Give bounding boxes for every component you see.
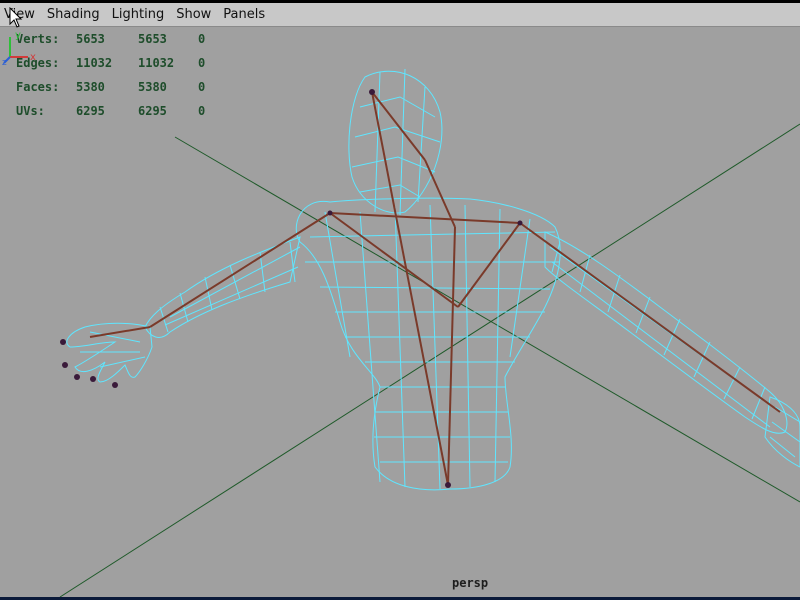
stat-value: 0 (198, 32, 206, 46)
stat-value: 6295 (138, 104, 167, 118)
joint (517, 220, 523, 226)
stat-value: 11032 (138, 56, 175, 70)
bone (329, 212, 521, 224)
joint (60, 339, 66, 345)
axis-x-label: x (30, 52, 36, 63)
ground-grid (59, 123, 800, 597)
bone (457, 222, 521, 308)
stat-value: 0 (198, 80, 206, 94)
axis-z-label: z (2, 58, 7, 67)
bone (329, 212, 459, 308)
joint (90, 376, 96, 382)
menu-lighting[interactable]: Lighting (106, 4, 171, 26)
joint (369, 89, 375, 95)
joint (62, 362, 68, 368)
camera-name-label: persp (452, 576, 489, 590)
grid-line (174, 136, 800, 503)
bone (89, 326, 151, 338)
stat-label: UVs: (16, 104, 45, 118)
stat-value: 0 (198, 56, 206, 70)
menu-panels[interactable]: Panels (217, 4, 271, 26)
stat-value: 6295 (76, 104, 105, 118)
character-wireframe-mesh (66, 68, 800, 491)
mouse-pointer-icon (9, 7, 23, 28)
stat-value: 5653 (138, 32, 167, 46)
stat-value: 0 (198, 104, 206, 118)
viewport-scene (59, 68, 800, 597)
menu-show[interactable]: Show (170, 4, 217, 26)
bone (149, 212, 331, 328)
stat-value: 5380 (76, 80, 105, 94)
panel-menubar: View Shading Lighting Show Panels (0, 3, 800, 27)
bone (519, 222, 781, 413)
maya-viewport-window: View Shading Lighting Show Panels Verts:… (0, 0, 800, 600)
stat-value: 5653 (76, 32, 105, 46)
stat-label: Faces: (16, 80, 60, 94)
bone (447, 226, 456, 486)
axis-gizmo-icon: y x z (2, 30, 36, 67)
axis-y-label: y (15, 30, 21, 41)
stat-value: 11032 (76, 56, 113, 70)
perspective-viewport[interactable]: Verts: 5653 5653 0 Edges: 11032 11032 0 … (0, 27, 800, 597)
joint (112, 382, 118, 388)
bone (424, 159, 456, 228)
grid-line (59, 123, 800, 597)
joint (74, 374, 80, 380)
joint (445, 482, 451, 488)
joint (327, 210, 333, 216)
bone (371, 91, 426, 161)
menu-shading[interactable]: Shading (41, 4, 106, 26)
stat-value: 5380 (138, 80, 167, 94)
